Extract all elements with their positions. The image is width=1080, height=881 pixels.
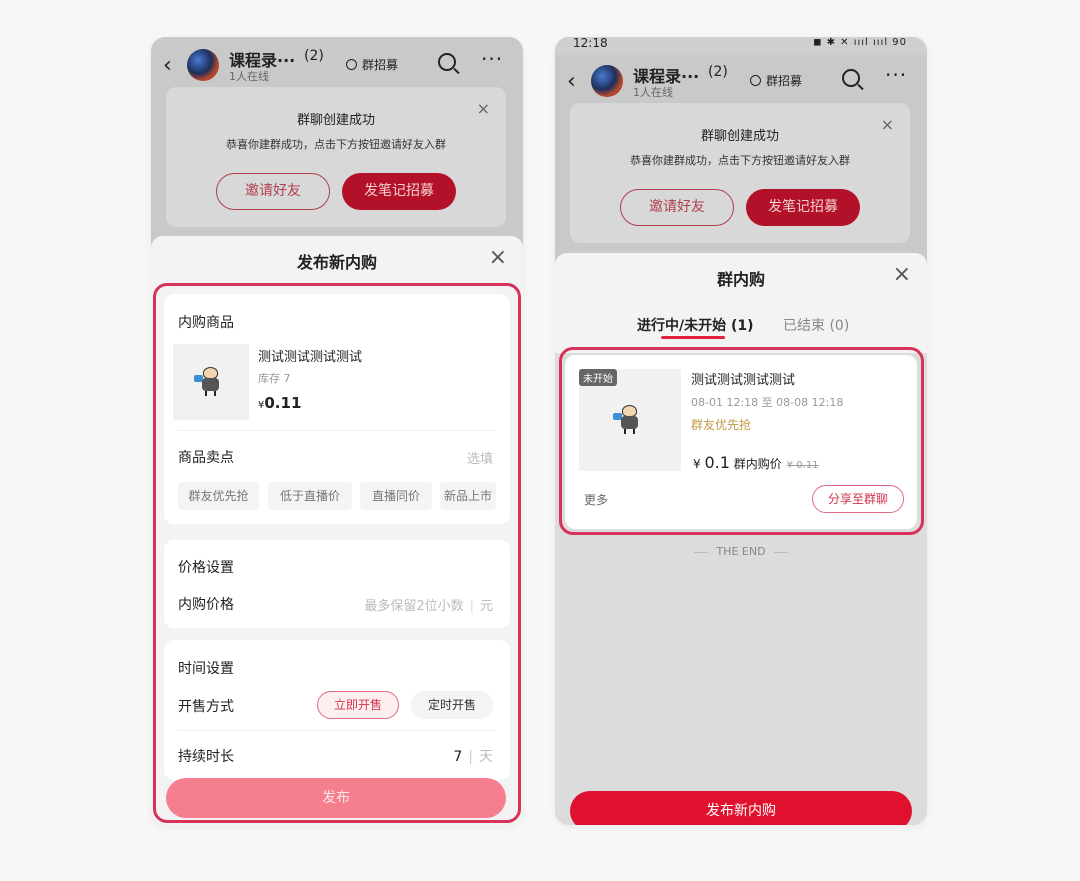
end-text: THE END (716, 545, 766, 558)
right-phone-screen: 12:18 ◼ ✱ ✕ ıııl ıııl 90 ‹ 课程录··· (2) 1人… (555, 37, 927, 825)
status-tabs: 进行中/未开始 (1) 已结束 (0) (555, 315, 927, 345)
group-avatar[interactable] (591, 65, 623, 97)
tab-ongoing[interactable]: 进行中/未开始 (1) (637, 315, 754, 335)
group-purchase-sheet: 群内购 × 进行中/未开始 (1) 已结束 (0) 未开始 测试测试测试测试 0… (555, 253, 927, 825)
online-status: 1人在线 (229, 70, 269, 83)
back-chevron-icon[interactable]: ‹ (567, 69, 576, 94)
search-icon[interactable] (842, 69, 860, 87)
close-icon[interactable]: × (489, 245, 507, 270)
group-created-notice: 群聊创建成功 恭喜你建群成功，点击下方按钮邀请好友入群 × 邀请好友 发笔记招募 (570, 103, 910, 243)
highlight-frame (559, 347, 924, 535)
more-icon[interactable]: ··· (481, 47, 503, 71)
notice-text: 恭喜你建群成功，点击下方按钮邀请好友入群 (630, 154, 850, 167)
publish-new-purchase-button[interactable]: 发布新内购 (570, 791, 912, 825)
close-icon[interactable]: × (477, 99, 490, 118)
online-status: 1人在线 (633, 86, 673, 99)
notice-text: 恭喜你建群成功，点击下方按钮邀请好友入群 (226, 138, 446, 151)
back-chevron-icon[interactable]: ‹ (163, 53, 172, 78)
close-icon[interactable]: × (881, 115, 894, 134)
close-icon[interactable]: × (893, 262, 911, 287)
status-icons: ◼ ✱ ✕ ıııl ıııl 90 (813, 37, 907, 48)
member-count: (2) (304, 48, 324, 64)
group-recruit-button[interactable]: 群招募 (346, 56, 398, 73)
sheet-title: 群内购 (716, 270, 765, 289)
sheet-title: 发布新内购 (296, 253, 377, 272)
post-note-recruit-button[interactable]: 发笔记招募 (342, 173, 456, 210)
invite-friends-button[interactable]: 邀请好友 (620, 189, 734, 226)
group-recruit-label: 群招募 (362, 58, 399, 72)
status-time: 12:18 (573, 37, 608, 50)
notice-title: 群聊创建成功 (296, 113, 375, 128)
divider (773, 551, 788, 553)
end-marker: THE END (555, 545, 927, 558)
group-recruit-label: 群招募 (766, 74, 803, 88)
left-phone-screen: ‹ 课程录··· (2) 1人在线 群招募 ··· 群聊创建成功 恭喜你建群成功… (151, 37, 523, 825)
post-note-recruit-button[interactable]: 发笔记招募 (746, 189, 860, 226)
active-tab-underline (661, 336, 725, 339)
tab-ended[interactable]: 已结束 (0) (783, 315, 849, 335)
more-icon[interactable]: ··· (885, 63, 907, 87)
person-add-icon (346, 59, 357, 70)
chat-header: ‹ 课程录··· (2) 1人在线 群招募 ··· (151, 43, 523, 87)
chat-header: ‹ 课程录··· (2) 1人在线 群招募 ··· (555, 59, 927, 103)
highlight-frame (153, 283, 521, 823)
search-icon[interactable] (438, 53, 456, 71)
member-count: (2) (708, 64, 728, 80)
notice-title: 群聊创建成功 (700, 129, 779, 144)
group-recruit-button[interactable]: 群招募 (750, 72, 802, 89)
status-bar: 12:18 ◼ ✱ ✕ ıııl ıııl 90 (555, 37, 927, 55)
invite-friends-button[interactable]: 邀请好友 (216, 173, 330, 210)
divider (694, 551, 709, 553)
group-created-notice: 群聊创建成功 恭喜你建群成功，点击下方按钮邀请好友入群 × 邀请好友 发笔记招募 (166, 87, 506, 227)
group-avatar[interactable] (187, 49, 219, 81)
person-add-icon (750, 75, 761, 86)
